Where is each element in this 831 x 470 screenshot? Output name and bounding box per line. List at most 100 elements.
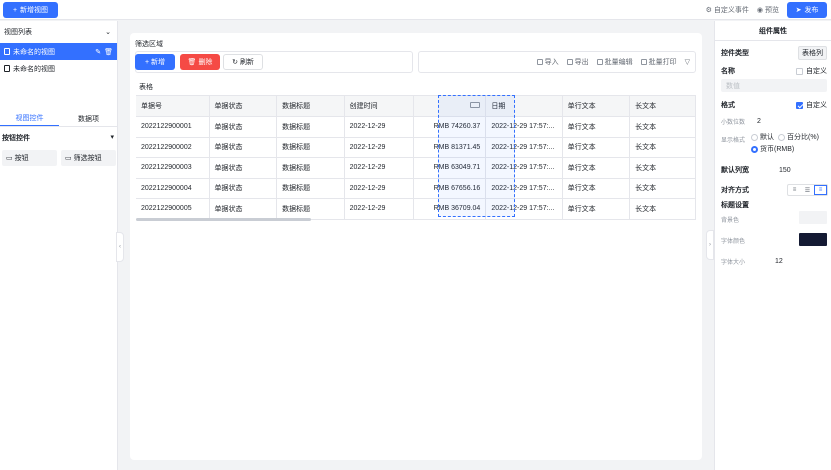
table-cell: 2022-12-29 [344,198,415,220]
view-item-2[interactable]: 未命名的视图 [0,60,117,77]
decimal-input[interactable]: 2 [757,118,761,125]
data-table: 单据号 单据状态 数据标题 创建时间 日期 单行文本 长文本 202212290… [136,95,696,221]
new-view-button[interactable]: + 新增视图 [3,2,58,18]
preview-button[interactable]: ◉ 预览 [757,5,779,15]
document-icon [4,48,10,55]
control-chips: ▭ 按钮 ▭ 筛选按钮 [2,150,116,166]
name-custom-checkbox[interactable]: 自定义 [796,66,827,76]
print-icon [640,59,647,65]
view-item-1[interactable]: 未命名的视图 ✎ 🗑 [0,43,117,60]
chevron-left-icon: ‹ [119,244,121,250]
font-size-input[interactable]: 12 [775,258,783,265]
batch-edit-button[interactable]: 批量编辑 [596,57,633,67]
table-cell: 2022122900002 [136,137,210,158]
chip-filter-button[interactable]: ▭ 筛选按钮 [61,150,116,166]
custom-event-button[interactable]: ⚙ 自定义事件 [706,5,749,15]
col-header-single-text[interactable]: 单行文本 [562,96,631,117]
table-cell: 长文本 [629,116,696,138]
table-cell: 数据标题 [276,116,345,138]
table-cell: 长文本 [629,198,696,220]
align-right-icon[interactable]: ≡ [814,185,827,195]
col-header-title[interactable]: 数据标题 [276,96,345,117]
chevron-right-icon: › [709,242,711,248]
refresh-button[interactable]: ↻ 刷新 [223,54,263,70]
table-cell: 2022122900003 [136,157,210,179]
table-row[interactable]: 2022122900004 单据状态 数据标题 2022-12-29 RMB 6… [136,178,696,199]
left-panel: 视图列表 ⌄ 未命名的视图 ✎ 🗑 未命名的视图 视图控件 数据项 按钮控件 ▾… [0,21,118,470]
format-custom-checkbox[interactable]: 自定义 [796,100,827,110]
table-cell: RMB 63049.71 [413,157,487,179]
radio-selected-icon [751,145,759,153]
col-header-created[interactable]: 创建时间 [344,96,415,117]
delete-button[interactable]: 🗑 删除 [180,54,220,70]
align-row: 对齐方式 [721,187,749,194]
publish-button[interactable]: ➤ 发布 [787,2,827,18]
radio-currency[interactable]: 货币(RMB) [751,144,819,154]
radio-percent[interactable]: 百分比(%) [778,132,819,142]
plus-icon: + [144,58,150,66]
radio-default[interactable]: 默认 [751,132,774,142]
name-input[interactable]: 数值 [721,79,827,92]
font-size-row: 字体大小 12 [721,258,783,266]
horizontal-scrollbar[interactable] [136,218,311,221]
import-icon [536,59,543,65]
font-color-row: 字体颜色 [721,239,746,245]
table-cell: 单行文本 [562,178,631,199]
table-row[interactable]: 2022122900001 单据状态 数据标题 2022-12-29 RMB 7… [136,116,696,138]
chevron-down-icon[interactable]: ⌄ [105,28,111,36]
table-row[interactable]: 2022122900005 单据状态 数据标题 2022-12-29 RMB 3… [136,198,696,220]
collapse-left-handle[interactable]: ‹ [116,232,124,262]
trash-icon: 🗑 [187,59,197,66]
bg-color-swatch[interactable] [799,211,827,224]
table-cell: 单行文本 [562,137,631,158]
table-cell: 2022-12-29 [344,137,415,158]
column-drag-icon[interactable] [470,102,481,108]
table-cell: 长文本 [629,178,696,199]
edit-icon [596,59,603,65]
filter-button[interactable]: ▽ [685,58,690,66]
table-cell: RMB 74260.37 [413,116,487,138]
tab-view-controls[interactable]: 视图控件 [0,111,59,126]
edit-icon[interactable]: ✎ [95,48,101,56]
table-cell: 数据标题 [276,178,345,199]
button-controls-group[interactable]: 按钮控件 ▾ [2,133,114,143]
export-button[interactable]: 导出 [566,57,589,67]
collapse-right-handle[interactable]: › [706,230,714,260]
trash-icon[interactable]: 🗑 [104,48,113,56]
align-left-icon[interactable]: ≡ [788,185,801,195]
table-cell: 2022122900005 [136,198,210,220]
col-header-long-text[interactable]: 长文本 [629,96,696,117]
table-cell: 2022-12-29 [344,178,415,199]
view-list-title: 视图列表 [4,29,32,36]
import-button[interactable]: 导入 [536,57,559,67]
radio-icon [778,133,786,141]
radio-icon [751,133,759,141]
col-header-amount[interactable] [413,96,487,117]
col-header-status[interactable]: 单据状态 [209,96,278,117]
align-center-icon[interactable]: ☰ [801,185,814,195]
col-header-doc-no[interactable]: 单据号 [136,96,210,117]
properties-panel: 组件属性 控件类型 表格列 名称 自定义 数值 格式 自定义 小数位数 2 显示… [714,21,831,470]
table-cell: 2022-12-29 17:57:... [485,178,563,199]
refresh-icon: ↻ [232,59,238,66]
table-row[interactable]: 2022122900003 单据状态 数据标题 2022-12-29 RMB 6… [136,157,696,179]
decimal-row: 小数位数 2 [721,118,761,126]
tab-data-items[interactable]: 数据项 [59,111,118,126]
button-icon: ▭ [6,155,13,162]
batch-print-button[interactable]: 批量打印 [640,57,677,67]
left-tabs: 视图控件 数据项 [0,111,118,127]
table-row[interactable]: 2022122900002 单据状态 数据标题 2022-12-29 RMB 8… [136,137,696,158]
control-type-tag: 表格列 [798,46,827,60]
chip-button[interactable]: ▭ 按钮 [2,150,57,166]
filter-area[interactable] [135,51,413,73]
add-button[interactable]: + 新增 [135,54,175,70]
table-cell: 2022-12-29 17:57:... [485,116,563,138]
table-cell: 长文本 [629,157,696,179]
width-input[interactable]: 150 [779,167,791,174]
design-canvas: 筛选区域 + 新增 🗑 删除 ↻ 刷新 导入 导出 批量编辑 批量打印 ▽ 表格… [130,33,702,460]
display-format-row: 显示格式 默认 百分比(%) 货币(RMB) [721,132,819,154]
table-cell: 单据状态 [209,198,278,220]
col-header-date[interactable]: 日期 [485,96,563,117]
font-color-swatch[interactable] [799,233,827,246]
table-cell: 2022-12-29 [344,116,415,138]
